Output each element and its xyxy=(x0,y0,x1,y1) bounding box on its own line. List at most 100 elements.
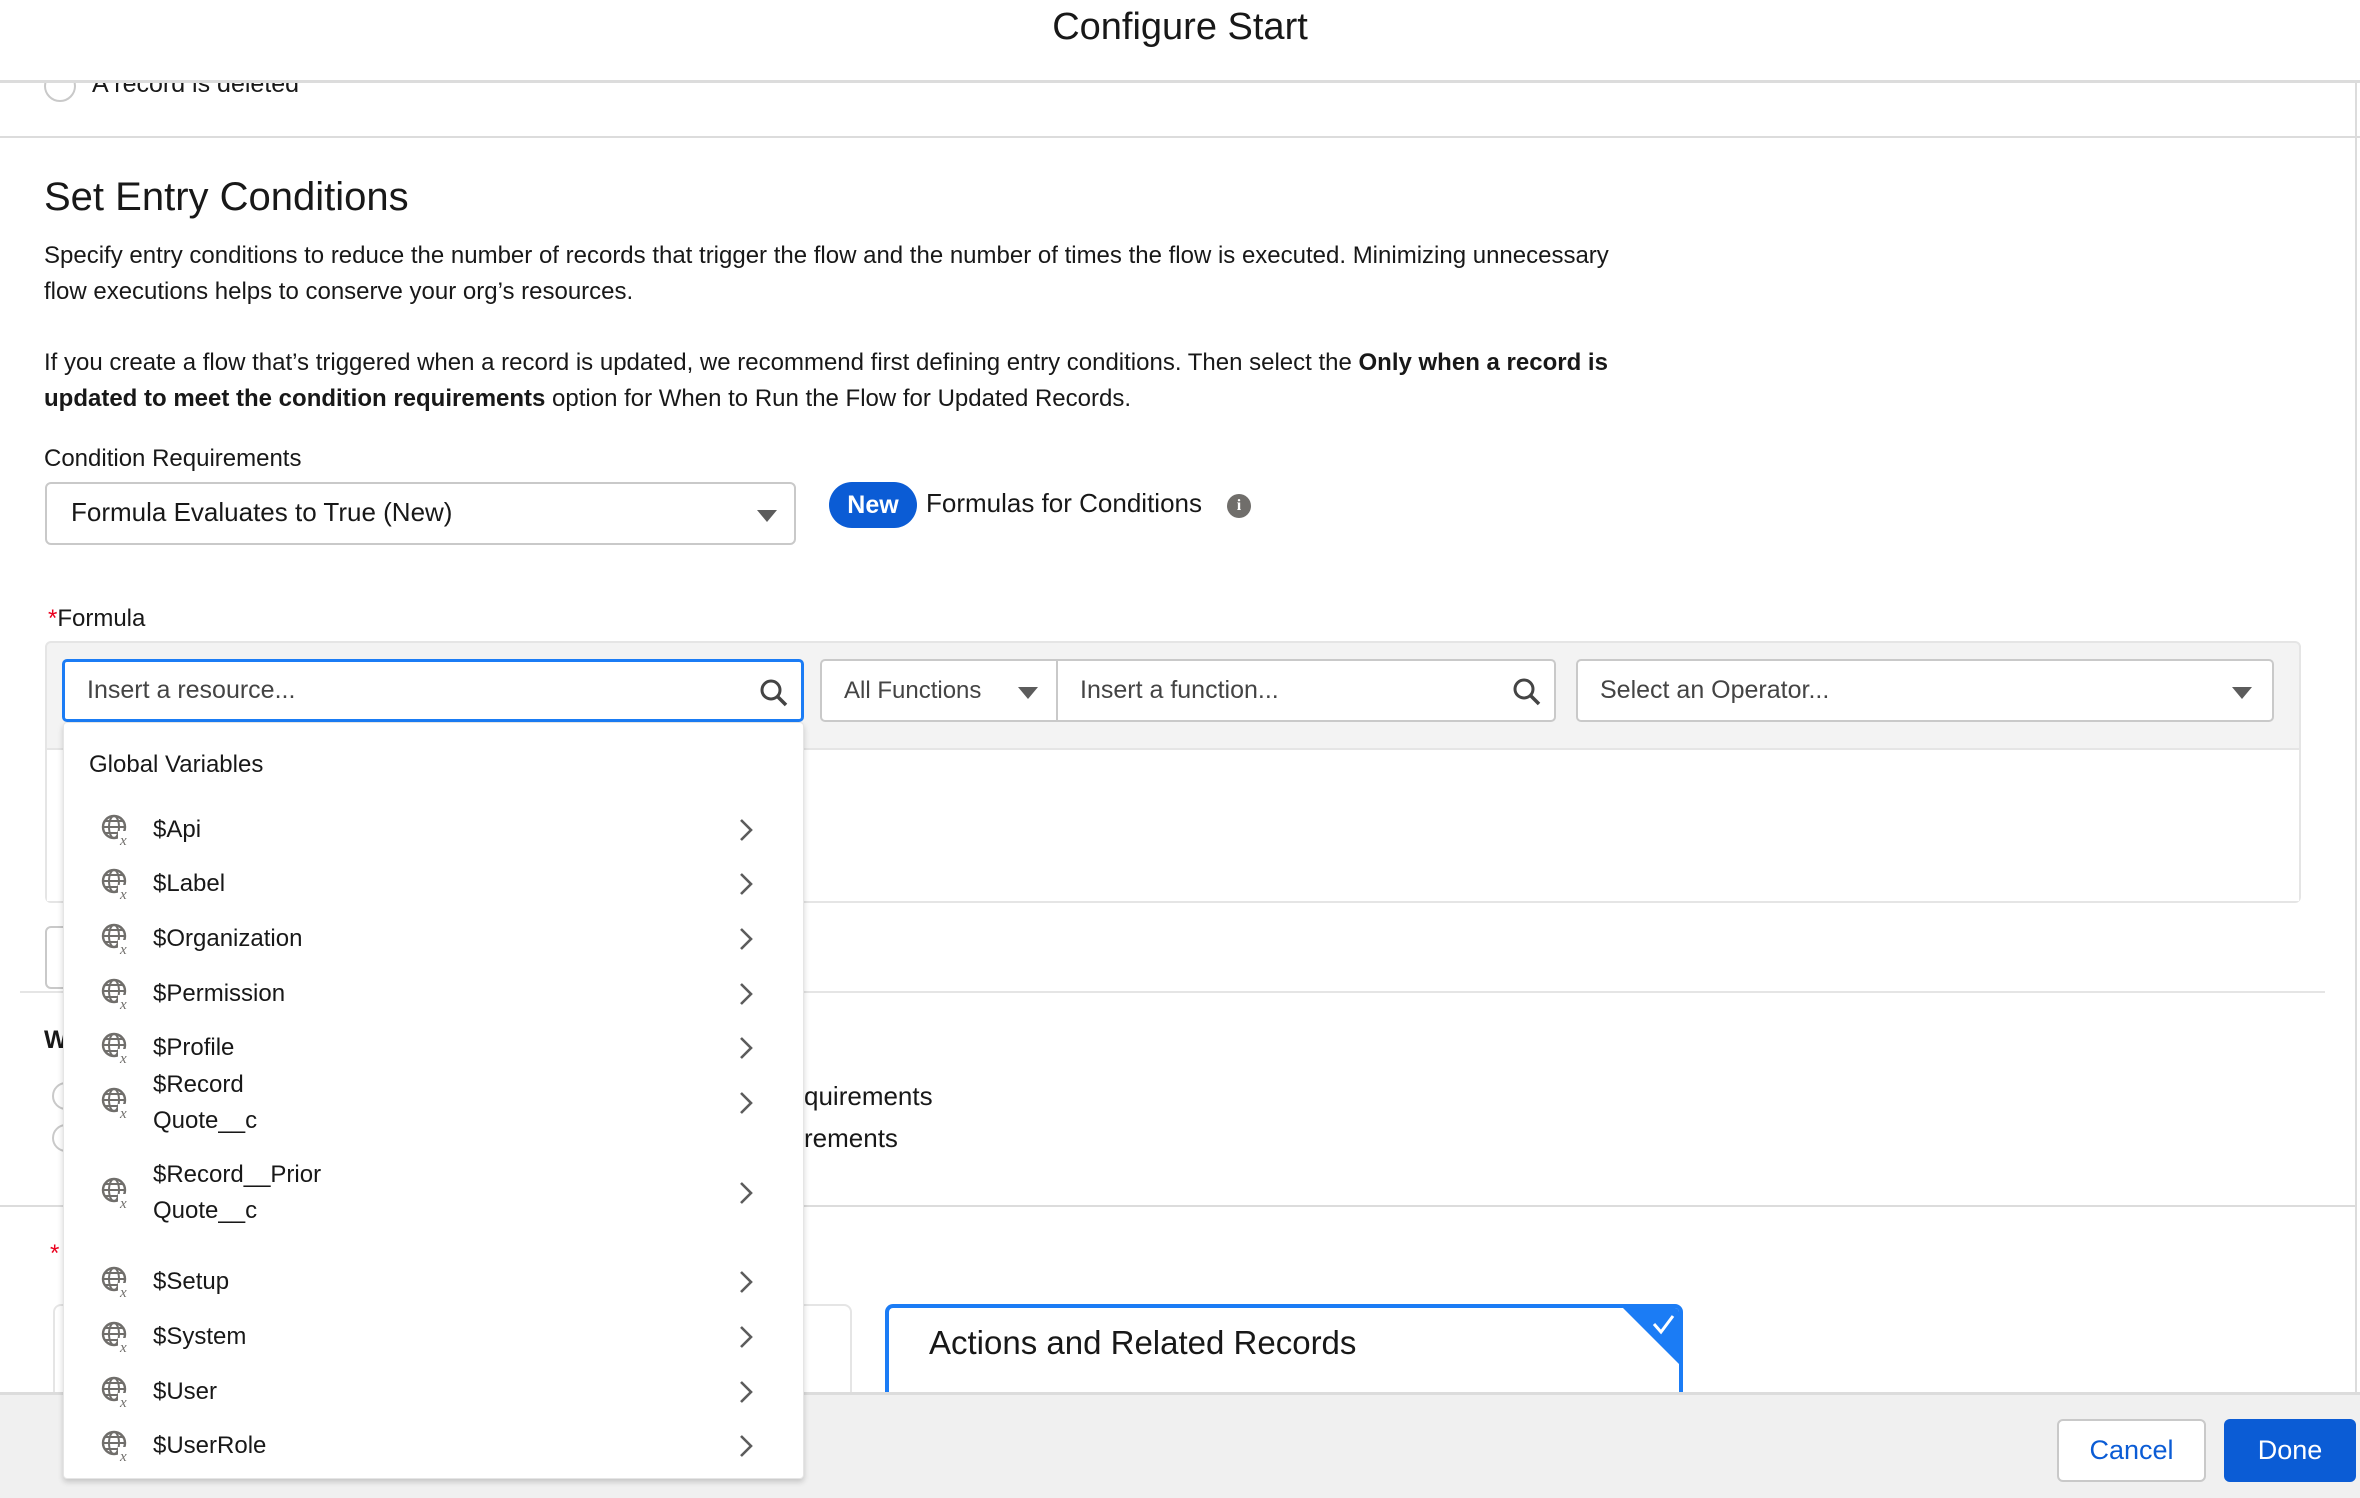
resource-item[interactable]: x $Organization xyxy=(64,921,803,958)
group-header: Global Variables xyxy=(89,751,264,778)
description-line: flow executions helps to conserve your o… xyxy=(44,278,634,305)
svg-text:x: x xyxy=(119,1051,127,1065)
resource-item[interactable]: x $System xyxy=(64,1319,803,1356)
radio-option-1-label: quirements xyxy=(804,1081,933,1111)
function-search-input[interactable]: Insert a function... xyxy=(1056,659,1556,722)
resource-search-input[interactable]: Insert a resource... xyxy=(62,659,804,722)
condition-select[interactable]: Formula Evaluates to True (New) xyxy=(45,482,796,545)
recommendation-line: If you create a flow that’s triggered wh… xyxy=(44,345,1608,381)
global-variable-icon: x xyxy=(100,1320,134,1356)
global-variable-icon: x xyxy=(100,1031,134,1067)
resource-item-label: $Permission xyxy=(153,980,286,1007)
resource-item-label: $Api xyxy=(153,816,202,843)
chevron-right-icon[interactable] xyxy=(734,1380,758,1404)
functions-filter-select[interactable]: All Functions xyxy=(820,659,1058,722)
global-variable-icon: x xyxy=(100,922,134,958)
chevron-down-icon xyxy=(1018,687,1038,699)
operator-placeholder: Select an Operator... xyxy=(1600,676,1830,704)
resource-item-sublabel: Quote__c xyxy=(153,1107,258,1134)
description-line: Specify entry conditions to reduce the n… xyxy=(44,242,1609,269)
resource-item[interactable]: x $Permission xyxy=(64,976,803,1013)
chevron-right-icon[interactable] xyxy=(734,1036,758,1060)
formula-label: Formula xyxy=(57,605,146,632)
chevron-right-icon[interactable] xyxy=(734,1091,758,1115)
resource-item-label: $Record__Prior xyxy=(153,1161,322,1188)
recommendation-line: updated to meet the condition requiremen… xyxy=(44,381,1131,417)
modal-header: Configure Start xyxy=(0,0,2360,83)
global-variable-icon: x xyxy=(100,867,134,903)
svg-text:x: x xyxy=(119,833,127,847)
resource-item-label: $Label xyxy=(153,870,226,897)
resource-placeholder: Insert a resource... xyxy=(87,676,296,704)
svg-text:x: x xyxy=(119,887,127,901)
svg-text:x: x xyxy=(119,1106,127,1120)
svg-text:x: x xyxy=(119,997,127,1011)
function-placeholder: Insert a function... xyxy=(1080,676,1279,704)
search-icon xyxy=(1513,678,1541,706)
resource-item[interactable]: x $Label xyxy=(64,866,803,903)
chevron-right-icon[interactable] xyxy=(734,1181,758,1205)
option-card-selected[interactable]: Actions and Related Records xyxy=(885,1304,1683,1404)
search-icon xyxy=(760,679,788,707)
global-variable-icon: x xyxy=(100,813,134,849)
chevron-right-icon[interactable] xyxy=(734,1325,758,1349)
global-variable-icon: x xyxy=(100,1375,134,1411)
svg-text:x: x xyxy=(119,1449,127,1463)
global-variable-icon: x xyxy=(100,1429,134,1465)
chevron-down-icon xyxy=(2232,687,2252,699)
chevron-right-icon[interactable] xyxy=(734,872,758,896)
resource-item[interactable]: x $Record Quote__c xyxy=(64,1067,803,1139)
condition-label: Condition Requirements xyxy=(44,445,302,472)
resource-item[interactable]: x $User xyxy=(64,1374,803,1411)
global-variable-icon: x xyxy=(100,1176,134,1212)
cancel-button[interactable]: Cancel xyxy=(2057,1419,2206,1482)
resource-item[interactable]: x $Profile xyxy=(64,1030,803,1067)
section-title: Set Entry Conditions xyxy=(44,175,409,219)
info-icon[interactable]: i xyxy=(1227,494,1251,518)
svg-text:x: x xyxy=(119,942,127,956)
resource-item-label: $Record xyxy=(153,1071,244,1098)
done-button[interactable]: Done xyxy=(2224,1419,2356,1482)
text: option for When to Run the Flow for Upda… xyxy=(545,385,1132,412)
chevron-right-icon[interactable] xyxy=(734,927,758,951)
global-variable-icon: x xyxy=(100,1265,134,1301)
card-title: Actions and Related Records xyxy=(929,1324,1357,1361)
chevron-down-icon xyxy=(757,510,777,522)
chevron-right-icon[interactable] xyxy=(734,818,758,842)
resource-item-label: $Profile xyxy=(153,1034,235,1061)
chevron-right-icon[interactable] xyxy=(734,1434,758,1458)
svg-text:x: x xyxy=(119,1285,127,1299)
new-badge: New xyxy=(829,482,917,528)
text: If you create a flow that’s triggered wh… xyxy=(44,349,1359,376)
resource-item[interactable]: x $UserRole xyxy=(64,1428,803,1465)
required-mark: * xyxy=(48,605,58,632)
resource-item-label: $UserRole xyxy=(153,1432,267,1459)
new-feature-text: Formulas for Conditions xyxy=(926,488,1202,518)
resource-item-label: $User xyxy=(153,1378,218,1405)
bold-text: updated to meet the condition requiremen… xyxy=(44,385,546,412)
section-divider xyxy=(0,136,2360,138)
functions-filter-value: All Functions xyxy=(844,676,982,704)
resource-item-sublabel: Quote__c xyxy=(153,1197,258,1224)
modal-title: Configure Start xyxy=(1052,6,1308,48)
chevron-right-icon[interactable] xyxy=(734,982,758,1006)
check-icon xyxy=(1623,1308,1679,1364)
svg-text:x: x xyxy=(119,1395,127,1409)
radio-option-2-label: rements xyxy=(804,1123,898,1153)
resource-item-label: $Organization xyxy=(153,925,303,952)
bold-text: Only when a record is xyxy=(1358,349,1608,376)
global-variable-icon: x xyxy=(100,1086,134,1122)
condition-value: Formula Evaluates to True (New) xyxy=(71,497,453,527)
svg-text:x: x xyxy=(119,1340,127,1354)
resource-item-label: $System xyxy=(153,1323,247,1350)
required-mark: * xyxy=(50,1240,60,1267)
resource-item[interactable]: x $Setup xyxy=(64,1264,803,1301)
svg-text:x: x xyxy=(119,1196,127,1210)
operator-select[interactable]: Select an Operator... xyxy=(1576,659,2274,722)
resource-item[interactable]: x $Api xyxy=(64,812,803,849)
chevron-right-icon[interactable] xyxy=(734,1270,758,1294)
resource-item[interactable]: x $Record__Prior Quote__c xyxy=(64,1157,803,1229)
scroll-edge xyxy=(2355,83,2357,1393)
global-variable-icon: x xyxy=(100,977,134,1013)
resource-item-label: $Setup xyxy=(153,1268,230,1295)
